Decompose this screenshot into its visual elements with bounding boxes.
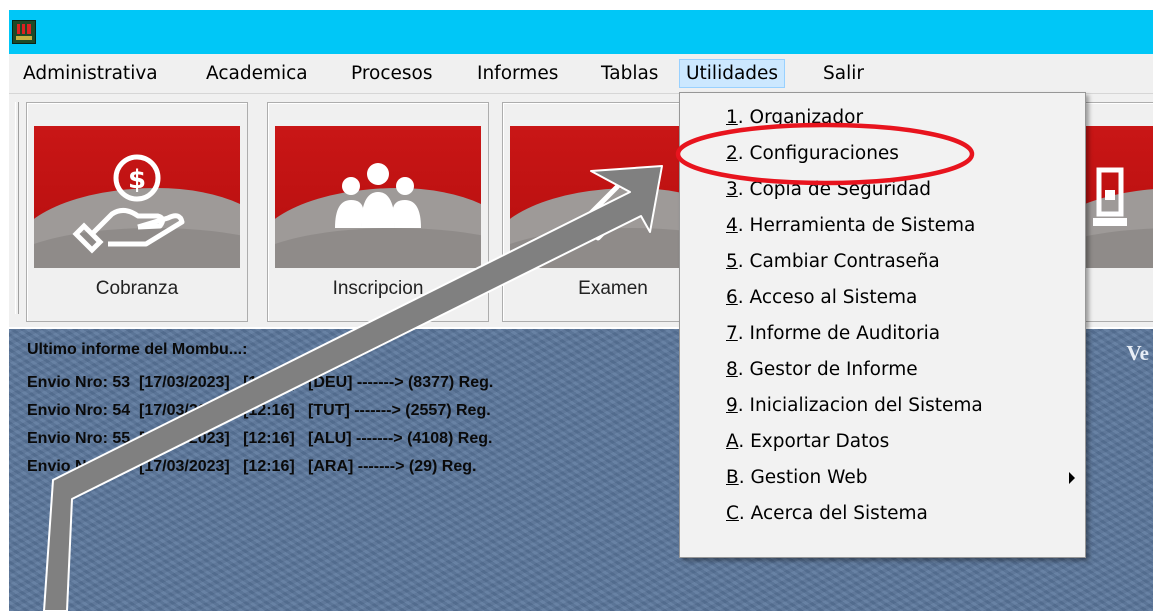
screenshot-frame: Administrativa Academica Procesos Inform… xyxy=(0,0,1153,611)
dropdown-item-a[interactable]: A. Exportar Datos xyxy=(726,425,889,459)
version-text: Ve xyxy=(1126,341,1149,365)
dropdown-item-accesskey: C xyxy=(726,503,739,524)
log-title: Ultimo informe del Mombu...: xyxy=(27,341,248,358)
menu-tablas[interactable]: Tablas xyxy=(595,59,664,88)
money-hand-icon: $ xyxy=(72,154,185,254)
inscripcion-label: Inscripcion xyxy=(332,278,424,299)
dropdown-item-label: . Acerca del Sistema xyxy=(738,503,928,524)
app-logo-icon[interactable] xyxy=(12,20,36,44)
dropdown-item-label: . Informe de Auditoria xyxy=(737,323,941,344)
dropdown-item-accesskey: 4 xyxy=(726,215,738,236)
dropdown-item-label: . Gestor de Informe xyxy=(737,359,918,380)
log-line: Envio Nro: 55 [17/03/2023] [12:16] [ALU]… xyxy=(27,430,493,447)
cobranza-image: $ xyxy=(34,126,240,268)
dropdown-item-2[interactable]: 2. Configuraciones xyxy=(726,137,899,171)
log-line: Envio Nro: 54 [17/03/2023] [12:16] [TUT]… xyxy=(27,402,491,419)
dropdown-item-accesskey: 5 xyxy=(726,251,738,272)
dropdown-item-3[interactable]: 3. Copia de Seguridad xyxy=(726,173,931,207)
menu-administrativa[interactable]: Administrativa xyxy=(17,59,164,88)
inscripcion-image xyxy=(275,126,481,268)
dropdown-item-label: . Exportar Datos xyxy=(738,431,890,452)
dropdown-item-b[interactable]: B. Gestion Web xyxy=(726,461,867,495)
log-line: Envio Nro: 53 [17/03/2023] [12:15] [DEU]… xyxy=(27,374,494,391)
menu-informes[interactable]: Informes xyxy=(471,59,564,88)
dropdown-item-label: . Cambiar Contraseña xyxy=(737,251,940,272)
utilidades-dropdown: 1. Organizador 2. Configuraciones 3. Copia… xyxy=(679,92,1086,558)
dropdown-item-accesskey: B xyxy=(726,467,739,488)
submenu-arrow-icon xyxy=(1069,472,1075,484)
dropdown-item-label: . Gestion Web xyxy=(738,467,868,488)
dropdown-item-1[interactable]: 1. Organizador xyxy=(726,101,863,135)
title-bar[interactable] xyxy=(9,10,1153,54)
cobranza-label: Cobranza xyxy=(95,278,179,299)
dropdown-item-5[interactable]: 5. Cambiar Contraseña xyxy=(726,245,940,279)
dropdown-item-accesskey: 6 xyxy=(726,287,738,308)
dropdown-item-accesskey: A xyxy=(726,431,739,452)
dropdown-item-accesskey: 3 xyxy=(726,179,738,200)
dropdown-item-4[interactable]: 4. Herramienta de Sistema xyxy=(726,209,975,243)
dropdown-item-label: . Acceso al Sistema xyxy=(737,287,918,308)
dropdown-item-6[interactable]: 6. Acceso al Sistema xyxy=(726,281,917,315)
dropdown-item-accesskey: 2 xyxy=(726,143,738,164)
menu-utilidades[interactable]: Utilidades xyxy=(679,59,786,88)
cobranza-button[interactable]: $ Cobranza xyxy=(26,102,248,322)
dropdown-item-accesskey: 8 xyxy=(726,359,738,380)
dropdown-item-label: . Copia de Seguridad xyxy=(737,179,932,200)
dropdown-item-label: . Configuraciones xyxy=(737,143,899,164)
dropdown-item-label: . Herramienta de Sistema xyxy=(737,215,976,236)
dropdown-item-8[interactable]: 8. Gestor de Informe xyxy=(726,353,918,387)
dropdown-item-7[interactable]: 7. Informe de Auditoria xyxy=(726,317,940,351)
dropdown-item-label: . Organizador xyxy=(737,107,864,128)
dropdown-item-c[interactable]: C. Acerca del Sistema xyxy=(726,497,928,531)
dropdown-item-accesskey: 7 xyxy=(726,323,738,344)
menu-salir[interactable]: Salir xyxy=(817,59,870,88)
menu-bar: Administrativa Academica Procesos Inform… xyxy=(9,54,1153,93)
dropdown-item-accesskey: 9 xyxy=(726,395,738,416)
group-people-icon xyxy=(335,163,421,228)
dropdown-item-9[interactable]: 9. Inicializacion del Sistema xyxy=(726,389,983,423)
toolbar-grip[interactable] xyxy=(15,102,19,314)
dropdown-item-label: . Inicializacion del Sistema xyxy=(737,395,983,416)
log-line: Envio Nro: 56 [17/03/2023] [12:16] [ARA]… xyxy=(27,458,477,475)
svg-text:$: $ xyxy=(128,165,146,195)
menu-academica[interactable]: Academica xyxy=(200,59,314,88)
inscripcion-button[interactable]: Inscripcion xyxy=(267,102,489,322)
menu-procesos[interactable]: Procesos xyxy=(345,59,439,88)
dropdown-item-accesskey: 1 xyxy=(726,107,738,128)
